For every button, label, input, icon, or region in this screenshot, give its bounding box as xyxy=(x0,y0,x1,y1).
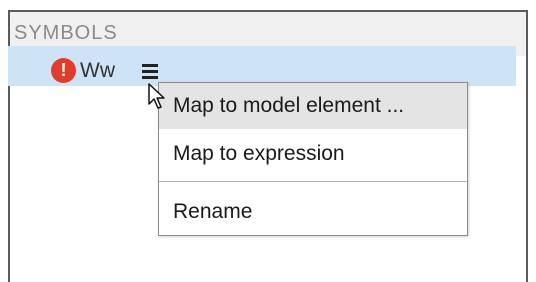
hamburger-menu-icon[interactable] xyxy=(142,64,158,80)
error-icon: ! xyxy=(51,58,76,83)
menu-divider xyxy=(159,181,467,182)
menu-item-map-to-model-element[interactable]: Map to model element ... xyxy=(159,83,467,129)
menu-item-rename[interactable]: Rename xyxy=(159,189,467,235)
context-menu: Map to model element ... Map to expressi… xyxy=(158,82,468,236)
mouse-pointer-icon xyxy=(148,83,165,109)
symbol-name[interactable]: Ww xyxy=(80,59,115,83)
menu-item-map-to-expression[interactable]: Map to expression xyxy=(159,131,467,177)
panel-title: SYMBOLS xyxy=(14,22,118,44)
